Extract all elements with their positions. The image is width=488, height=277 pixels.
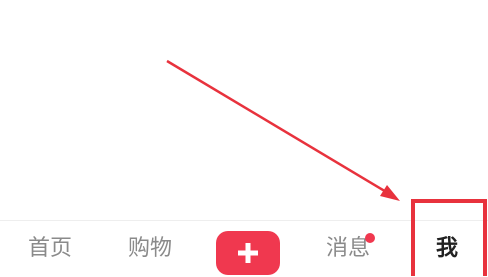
arrow-icon — [166, 59, 400, 201]
